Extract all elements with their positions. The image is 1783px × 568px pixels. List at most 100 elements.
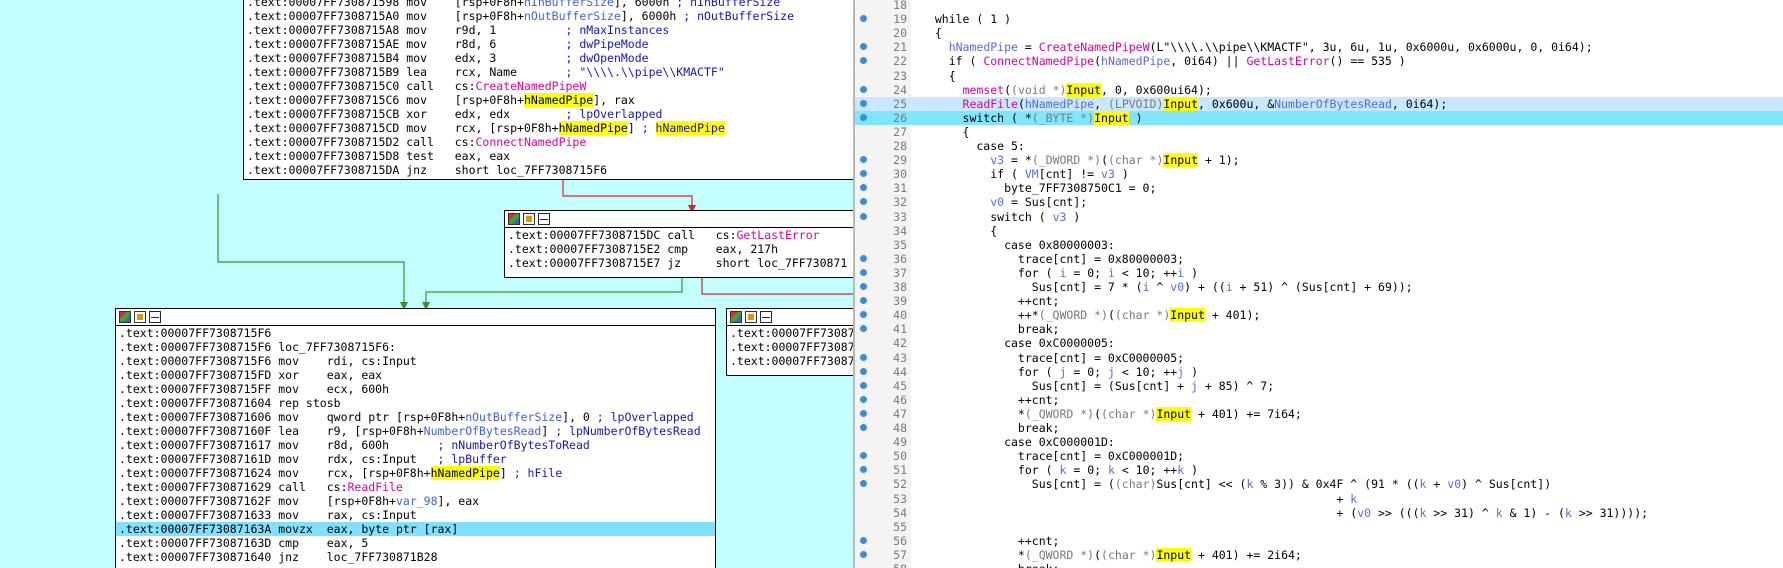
asm-line[interactable]: .text:00007FF730871633 mov rax, cs:Input: [116, 508, 715, 522]
asm-line[interactable]: .text:00007FF730871629 call cs:ReadFile: [116, 480, 715, 494]
pseudocode-line[interactable]: 45 Sus[cnt] = (Sus[cnt] + j + 85) ^ 7;: [855, 379, 1783, 393]
breakpoint-dot-icon[interactable]: [860, 15, 867, 23]
graph-group-icon[interactable]: [149, 311, 161, 323]
pseudocode-line[interactable]: 22 if ( ConnectNamedPipe(hNamedPipe, 0i6…: [855, 54, 1783, 68]
color-palette-icon[interactable]: [730, 311, 742, 323]
asm-line[interactable]: .text:00007FF73087: [727, 340, 853, 354]
asm-line[interactable]: .text:00007FF730871624 mov rcx, [rsp+0F8…: [116, 466, 715, 480]
asm-line[interactable]: .text:00007FF7308715E7 jz short loc_7FF7…: [505, 256, 853, 270]
disassembly-graph-view[interactable]: .text:00007FF730871598 mov [rsp+0F8h+nIn…: [0, 0, 853, 568]
pseudocode-line[interactable]: 28 case 5:: [855, 139, 1783, 153]
pseudocode-line[interactable]: 21 hNamedPipe = CreateNamedPipeW(L"\\\\.…: [855, 40, 1783, 54]
asm-line[interactable]: .text:00007FF7308715CB xor edx, edx ; lp…: [244, 107, 853, 121]
asm-block-side[interactable]: .text:00007FF73087 .text:00007FF73087 .tex…: [726, 308, 853, 376]
breakpoint-dot-icon[interactable]: [860, 325, 867, 333]
breakpoint-dot-icon[interactable]: [860, 212, 867, 220]
pseudocode-line[interactable]: 41 break;: [855, 322, 1783, 336]
asm-line[interactable]: .text:00007FF73087162F mov [rsp+0F8h+var…: [116, 494, 715, 508]
pseudocode-line[interactable]: 27 {: [855, 125, 1783, 139]
asm-line[interactable]: .text:00007FF7308715CD mov rcx, [rsp+0F8…: [244, 121, 853, 135]
asm-line[interactable]: .text:00007FF7308715AE mov r8d, 6 ; dwPi…: [244, 37, 853, 51]
asm-line[interactable]: .text:00007FF730871598 mov [rsp+0F8h+nIn…: [244, 0, 853, 9]
asm-line[interactable]: .text:00007FF7308715F6 mov rdi, cs:Input: [116, 354, 715, 368]
asm-line[interactable]: .text:00007FF730871617 mov r8d, 600h ; n…: [116, 438, 715, 452]
pseudocode-line[interactable]: 47 *(_QWORD *)((char *)Input + 401) += 7…: [855, 406, 1783, 421]
breakpoint-dot-icon[interactable]: [860, 85, 867, 93]
pseudocode-line[interactable]: 50 trace[cnt] = 0xC000001D;: [855, 449, 1783, 463]
asm-block-loc-7FF7308715F6[interactable]: .text:00007FF7308715F6 .text:00007FF7308…: [115, 308, 716, 568]
asm-line[interactable]: .text:00007FF73087163D cmp eax, 5: [116, 536, 715, 550]
breakpoint-dot-icon[interactable]: [860, 57, 867, 65]
pseudocode-line[interactable]: 19 while ( 1 ): [855, 12, 1783, 26]
pseudocode-line[interactable]: 29 v3 = *(_DWORD *)((char *)Input + 1);: [855, 153, 1783, 168]
breakpoint-dot-icon[interactable]: [860, 297, 867, 305]
asm-line[interactable]: .text:00007FF7308715A8 mov r9d, 1 ; nMax…: [244, 23, 853, 37]
breakpoint-dot-icon[interactable]: [860, 254, 867, 262]
pseudocode-line[interactable]: 23 {: [855, 69, 1783, 83]
asm-line[interactable]: .text:00007FF7308715C6 mov [rsp+0F8h+hNa…: [244, 93, 853, 107]
asm-line[interactable]: .text:00007FF730871604 rep stosb: [116, 396, 715, 410]
asm-line[interactable]: .text:00007FF7308715D2 call cs:ConnectNa…: [244, 135, 853, 149]
breakpoint-dot-icon[interactable]: [860, 424, 867, 431]
asm-line[interactable]: .text:00007FF7308715A0 mov [rsp+0F8h+nOu…: [244, 9, 853, 23]
asm-line[interactable]: .text:00007FF73087161D mov rdx, cs:Input…: [116, 452, 715, 466]
asm-line[interactable]: .text:00007FF7308715FF mov ecx, 600h: [116, 382, 715, 396]
pseudocode-line[interactable]: 34 {: [855, 224, 1783, 238]
asm-block-top[interactable]: .text:00007FF730871598 mov [rsp+0F8h+nIn…: [243, 0, 853, 180]
breakpoint-dot-icon[interactable]: [860, 113, 867, 121]
pseudocode-line[interactable]: 26 switch ( *(_BYTE *)Input ): [855, 110, 1783, 125]
pseudocode-line[interactable]: 42 case 0xC0000005:: [855, 336, 1783, 350]
pseudocode-line[interactable]: 54 + (v0 >> (((k >> 31) ^ k & 1) - (k >>…: [855, 506, 1783, 520]
breakpoint-dot-icon[interactable]: [860, 99, 867, 107]
pseudocode-line[interactable]: 33 switch ( v3 ): [855, 210, 1783, 224]
asm-line[interactable]: .text:00007FF730871606 mov qword ptr [rs…: [116, 410, 715, 424]
asm-line[interactable]: .text:00007FF7308715B9 lea rcx, Name ; "…: [244, 65, 853, 79]
breakpoint-dot-icon[interactable]: [860, 381, 867, 389]
pseudocode-line[interactable]: 56 ++cnt;: [855, 534, 1783, 548]
asm-line[interactable]: .text:00007FF7308715B4 mov edx, 3 ; dwOp…: [244, 51, 853, 65]
breakpoint-dot-icon[interactable]: [860, 466, 867, 474]
asm-line[interactable]: .text:00007FF7308715C0 call cs:CreateNam…: [244, 79, 853, 93]
pseudocode-line[interactable]: 30 if ( VM[cnt] != v3 ): [855, 167, 1783, 181]
breakpoint-dot-icon[interactable]: [860, 43, 867, 51]
breakpoint-dot-icon[interactable]: [860, 395, 867, 403]
pseudocode-line[interactable]: 43 trace[cnt] = 0xC0000005;: [855, 351, 1783, 365]
asm-line[interactable]: .text:00007FF7308715D8 test eax, eax: [244, 149, 853, 163]
asm-line[interactable]: .text:00007FF73087: [727, 354, 853, 368]
pseudocode-line[interactable]: 37 for ( i = 0; i < 10; ++i ): [855, 266, 1783, 280]
breakpoint-dot-icon[interactable]: [860, 367, 867, 375]
color-palette-icon[interactable]: [119, 311, 131, 323]
breakpoint-dot-icon[interactable]: [860, 170, 867, 178]
pseudocode-line[interactable]: 24 memset((void *)Input, 0, 0x600ui64);: [855, 82, 1783, 97]
breakpoint-dot-icon[interactable]: [860, 311, 867, 319]
breakpoint-dot-icon[interactable]: [860, 550, 867, 558]
asm-line[interactable]: .text:00007FF7308715DC call cs:GetLastEr…: [505, 228, 853, 242]
asm-block-getlasterror[interactable]: .text:00007FF7308715DC call cs:GetLastEr…: [504, 210, 853, 278]
asm-line[interactable]: .text:00007FF7308715E2 cmp eax, 217h: [505, 242, 853, 256]
edit-block-icon[interactable]: [134, 311, 146, 323]
pseudocode-line[interactable]: 31 byte_7FF7308750C1 = 0;: [855, 181, 1783, 195]
pseudocode-line[interactable]: 36 trace[cnt] = 0x80000003;: [855, 252, 1783, 266]
pseudocode-line[interactable]: 57 *(_QWORD *)((char *)Input + 401) += 2…: [855, 547, 1783, 562]
breakpoint-dot-icon[interactable]: [860, 283, 867, 290]
breakpoint-dot-icon[interactable]: [860, 353, 867, 361]
asm-line[interactable]: .text:00007FF73087: [727, 326, 853, 340]
breakpoint-dot-icon[interactable]: [860, 198, 867, 206]
pseudocode-line[interactable]: 53 + k: [855, 492, 1783, 506]
graph-group-icon[interactable]: [538, 213, 550, 225]
pseudocode-line[interactable]: 35 case 0x80000003:: [855, 238, 1783, 252]
pseudocode-line[interactable]: 25 ReadFile(hNamedPipe, (LPVOID)Input, 0…: [855, 96, 1783, 111]
pseudocode-line[interactable]: 18: [855, 0, 1783, 12]
color-palette-icon[interactable]: [508, 213, 520, 225]
pseudocode-line[interactable]: 40 ++*(_QWORD *)((char *)Input + 401);: [855, 308, 1783, 323]
pseudocode-line[interactable]: 58 break;: [855, 562, 1783, 568]
pseudocode-line[interactable]: 32 v0 = Sus[cnt];: [855, 195, 1783, 209]
asm-line[interactable]: .text:00007FF7308715F6: [116, 326, 715, 340]
pseudocode-line[interactable]: 52 Sus[cnt] = ((char)Sus[cnt] << (k % 3)…: [855, 477, 1783, 491]
graph-group-icon[interactable]: [760, 311, 772, 323]
breakpoint-dot-icon[interactable]: [860, 156, 867, 164]
pseudocode-line[interactable]: 39 ++cnt;: [855, 294, 1783, 308]
asm-line[interactable]: .text:00007FF73087160F lea r9, [rsp+0F8h…: [116, 424, 715, 438]
breakpoint-dot-icon[interactable]: [860, 268, 867, 276]
breakpoint-dot-icon[interactable]: [860, 480, 867, 488]
